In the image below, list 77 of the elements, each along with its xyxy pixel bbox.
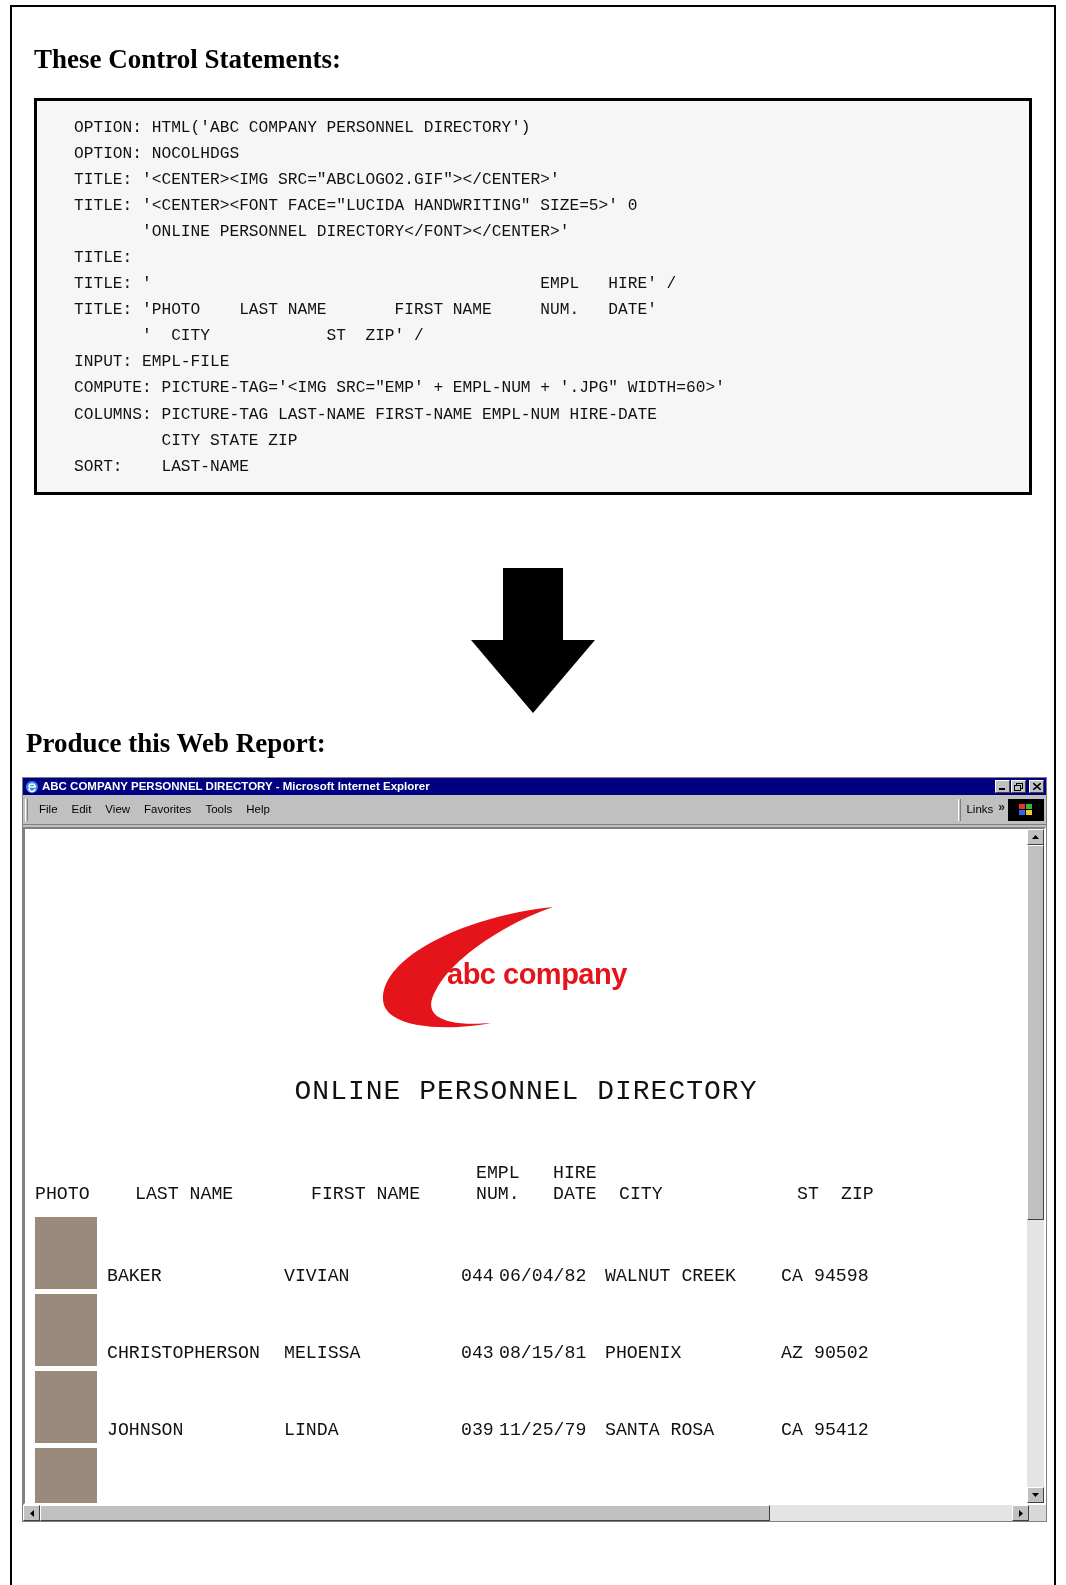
code-line: CITY STATE ZIP — [160, 430, 299, 452]
browser-icon — [25, 779, 39, 794]
close-icon — [1032, 783, 1041, 791]
table-cell: CA — [781, 1420, 803, 1440]
column-header: PHOTO — [35, 1184, 90, 1205]
code-line: ' CITY ST ZIP' / — [141, 326, 425, 348]
table-cell: AZ — [781, 1343, 803, 1363]
links-button[interactable]: Links — [964, 801, 996, 819]
scroll-left-button[interactable] — [23, 1505, 40, 1522]
table-cell: CHRISTOPHERSON — [107, 1343, 260, 1363]
vertical-scrollbar[interactable] — [1027, 829, 1044, 1504]
window-title: ABC COMPANY PERSONNEL DIRECTORY - Microsoft Internet Explorer — [42, 779, 430, 795]
logo-text: abc company — [447, 957, 627, 993]
scroll-right-button[interactable] — [1012, 1505, 1029, 1522]
column-header: FIRST NAME — [311, 1184, 421, 1205]
menu-item[interactable]: File — [32, 801, 65, 819]
restore-icon — [1014, 782, 1023, 791]
table-cell: 043 — [461, 1343, 494, 1363]
table-cell: CA — [781, 1266, 803, 1286]
column-header: EMPL NUM. — [476, 1163, 520, 1205]
code-line: OPTION: HTML('ABC COMPANY PERSONNEL DIRECTORY') — [74, 117, 532, 139]
column-header: ST — [797, 1184, 819, 1205]
menu-item[interactable]: Edit — [64, 801, 99, 819]
code-line: 'ONLINE PERSONNEL DIRECTORY</FONT></CENTER>' — [141, 221, 571, 243]
menu-item[interactable]: Tools — [198, 801, 240, 819]
code-line: TITLE: '<CENTER><FONT FACE="LUCIDA HANDWRITING" SIZE=5>' 0 — [74, 195, 639, 217]
menu-item[interactable]: Favorites — [137, 801, 199, 819]
windows-logo-icon — [1008, 798, 1044, 821]
column-header: HIRE DATE — [553, 1163, 597, 1205]
scroll-down-button[interactable] — [1027, 1487, 1044, 1504]
table-cell: SANTA ROSA — [605, 1420, 715, 1440]
right-triangle-icon — [1018, 1509, 1023, 1517]
table-cell: PHOENIX — [605, 1343, 682, 1363]
code-line: COMPUTE: PICTURE-TAG='<IMG SRC="EMP' + EMPL-NUM + '.JPG" WIDTH=60>' — [74, 378, 726, 400]
restore-button[interactable] — [1011, 780, 1026, 794]
down-triangle-icon — [1032, 1493, 1039, 1498]
up-triangle-icon — [1032, 835, 1039, 840]
code-line: INPUT: EMPL-FILE — [74, 352, 231, 374]
table-cell: 06/04/82 — [499, 1266, 587, 1286]
table-cell: 90502 — [814, 1343, 869, 1363]
table-cell: 08/15/81 — [499, 1343, 587, 1363]
table-cell: LINDA — [284, 1420, 339, 1440]
table-cell: 95412 — [814, 1420, 869, 1440]
column-header: CITY — [619, 1184, 663, 1205]
section-heading: These Control Statements: — [34, 44, 341, 74]
left-triangle-icon — [29, 1509, 34, 1517]
scroll-thumb[interactable] — [1027, 845, 1044, 1221]
table-cell: 039 — [461, 1420, 494, 1440]
down-arrow-icon — [471, 567, 595, 713]
minimize-button[interactable] — [995, 780, 1010, 794]
table-cell: MELISSA — [284, 1343, 361, 1363]
chevron-icon: » — [998, 797, 1005, 816]
table-cell: VIVIAN — [284, 1266, 350, 1286]
menu-item[interactable]: Help — [239, 801, 277, 819]
table-cell: BAKER — [107, 1266, 162, 1286]
table-cell: 94598 — [814, 1266, 869, 1286]
scroll-thumb[interactable] — [40, 1505, 770, 1522]
close-button[interactable] — [1029, 780, 1044, 794]
table-cell: WALNUT CREEK — [605, 1266, 736, 1286]
code-line: TITLE: ' EMPL HIRE' / — [74, 274, 678, 296]
code-line: TITLE: 'PHOTO LAST NAME FIRST NAME NUM. DATE' — [74, 300, 658, 322]
column-header: LAST NAME — [135, 1184, 234, 1205]
section-heading: Produce this Web Report: — [26, 727, 326, 758]
column-header: ZIP — [841, 1184, 874, 1205]
code-line: OPTION: NOCOLHDGS — [74, 143, 241, 165]
menu-item[interactable]: View — [98, 801, 138, 819]
report-title: ONLINE PERSONNEL DIRECTORY — [293, 1075, 759, 1110]
table-cell: JOHNSON — [107, 1420, 184, 1440]
code-line: TITLE: '<CENTER><IMG SRC="ABCLOGO2.GIF"></CENTER>' — [74, 169, 561, 191]
horizontal-scrollbar[interactable] — [23, 1505, 1046, 1522]
scrollbar-corner — [1029, 1505, 1046, 1522]
code-line: COLUMNS: PICTURE-TAG LAST-NAME FIRST-NAME EMPL-NUM HIRE-DATE — [74, 404, 658, 426]
table-cell: 044 — [461, 1266, 494, 1286]
scroll-up-button[interactable] — [1027, 829, 1044, 846]
code-line: SORT: LAST-NAME — [74, 456, 250, 478]
table-cell: 11/25/79 — [499, 1420, 587, 1440]
code-line: TITLE: — [74, 247, 134, 269]
